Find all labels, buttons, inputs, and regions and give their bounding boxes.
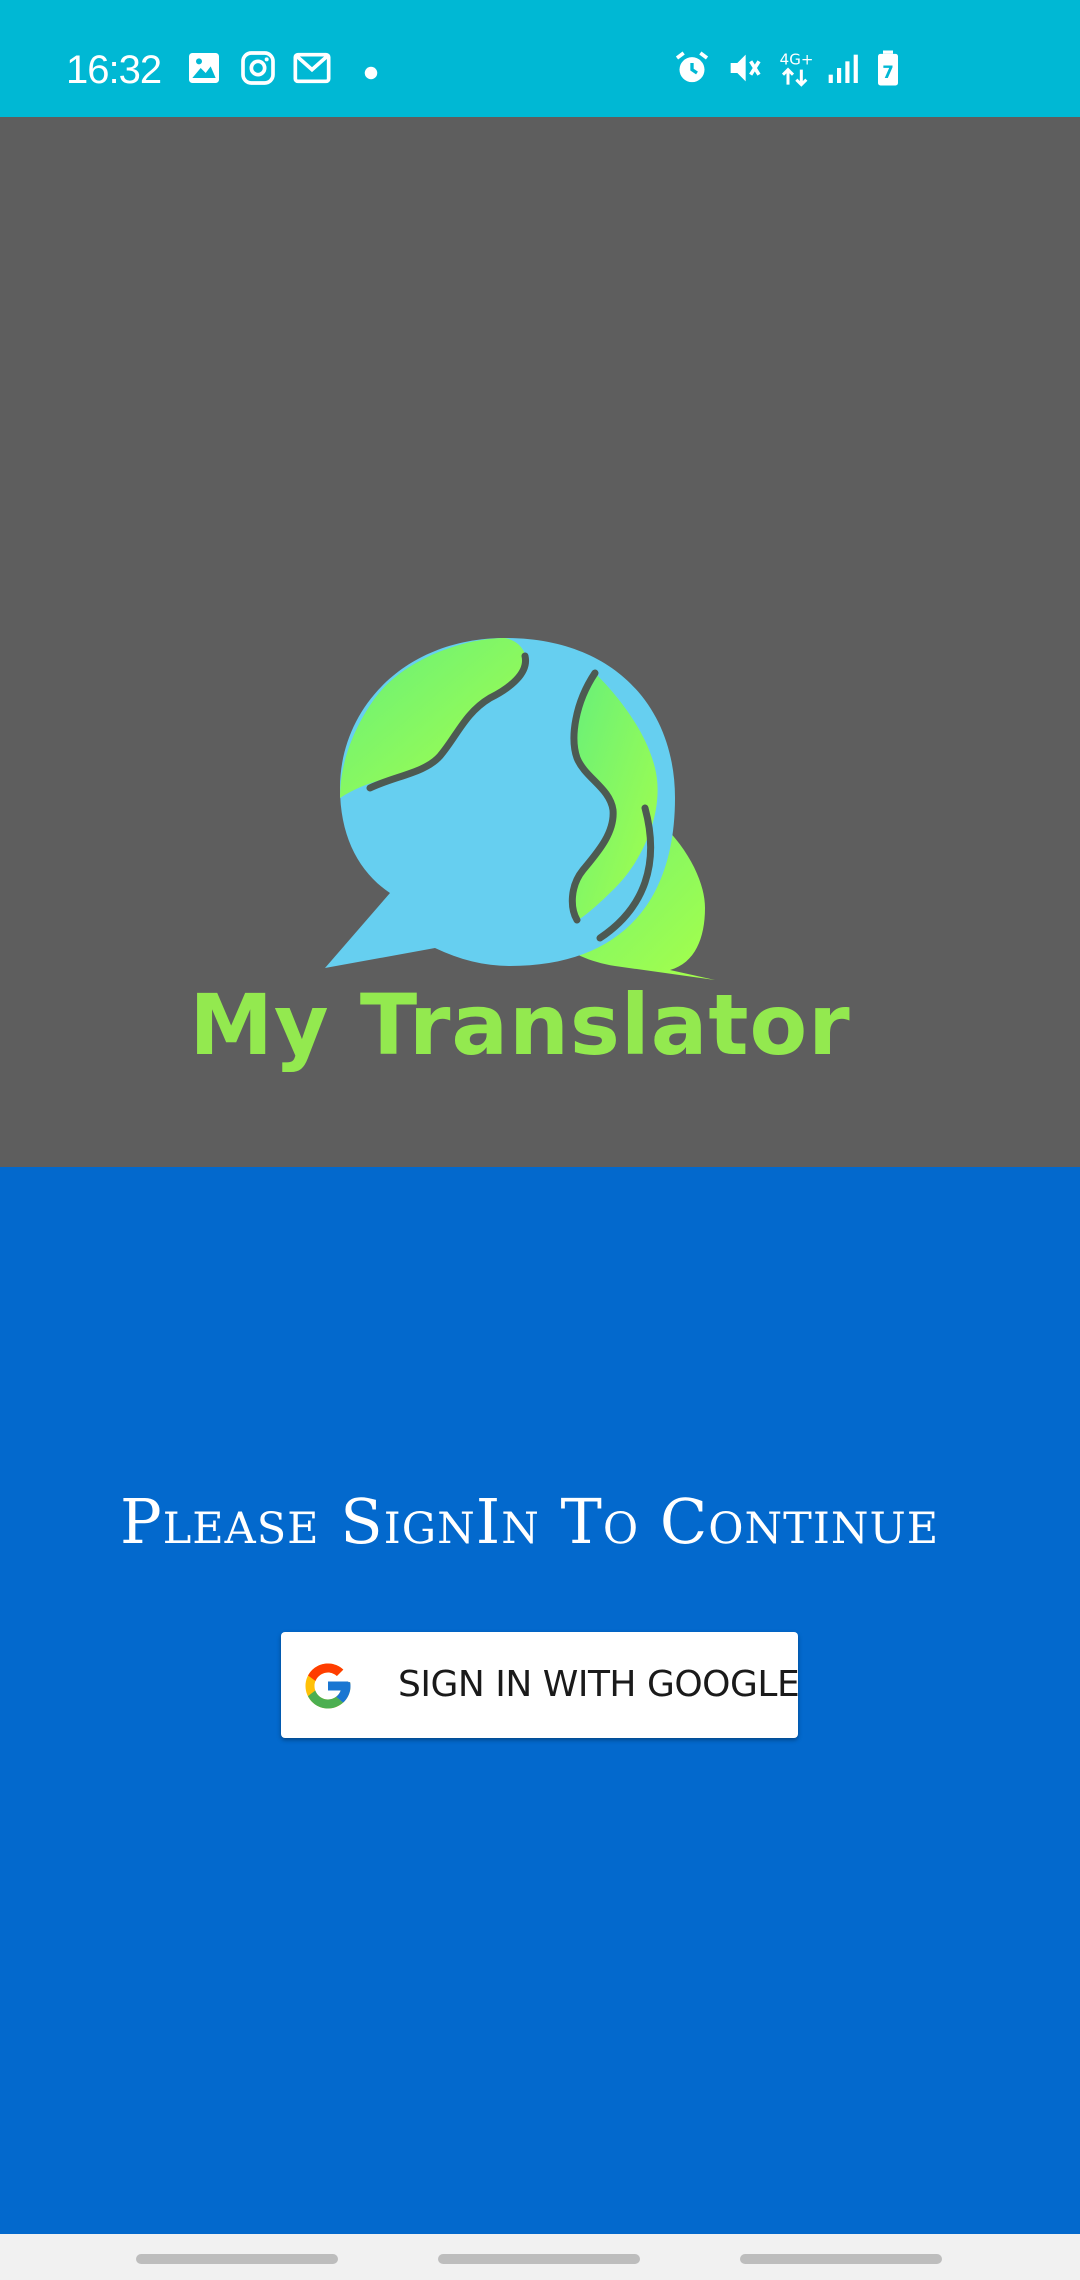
signal-icon xyxy=(822,48,862,88)
gmail-icon xyxy=(292,48,332,88)
navigation-bar xyxy=(0,2234,1080,2280)
alarm-icon xyxy=(672,48,712,88)
dot-icon xyxy=(356,48,386,88)
vibrate-mute-icon xyxy=(724,48,764,88)
google-icon xyxy=(301,1659,355,1713)
nav-home-handle[interactable] xyxy=(438,2254,640,2264)
battery-charging-icon: 7 xyxy=(868,48,908,88)
image-icon xyxy=(184,48,224,88)
signin-prompt: Please SignIn To Continue xyxy=(120,1485,940,1558)
google-signin-button[interactable]: SIGN IN WITH GOOGLE xyxy=(281,1632,800,1738)
instagram-icon xyxy=(238,48,278,88)
status-bar: 16:32 4G+ 7 xyxy=(0,0,1080,117)
svg-text:7: 7 xyxy=(882,63,894,82)
svg-text:4G+: 4G+ xyxy=(780,51,814,69)
network-4g-plus-icon: 4G+ xyxy=(776,48,820,88)
status-time: 16:32 xyxy=(66,48,162,92)
google-button-label: SIGN IN WITH GOOGLE xyxy=(398,1664,800,1705)
app-logo xyxy=(315,508,725,980)
nav-back-handle[interactable] xyxy=(740,2254,942,2264)
nav-recents-handle[interactable] xyxy=(136,2254,338,2264)
app-title: My Translator xyxy=(189,976,851,1074)
